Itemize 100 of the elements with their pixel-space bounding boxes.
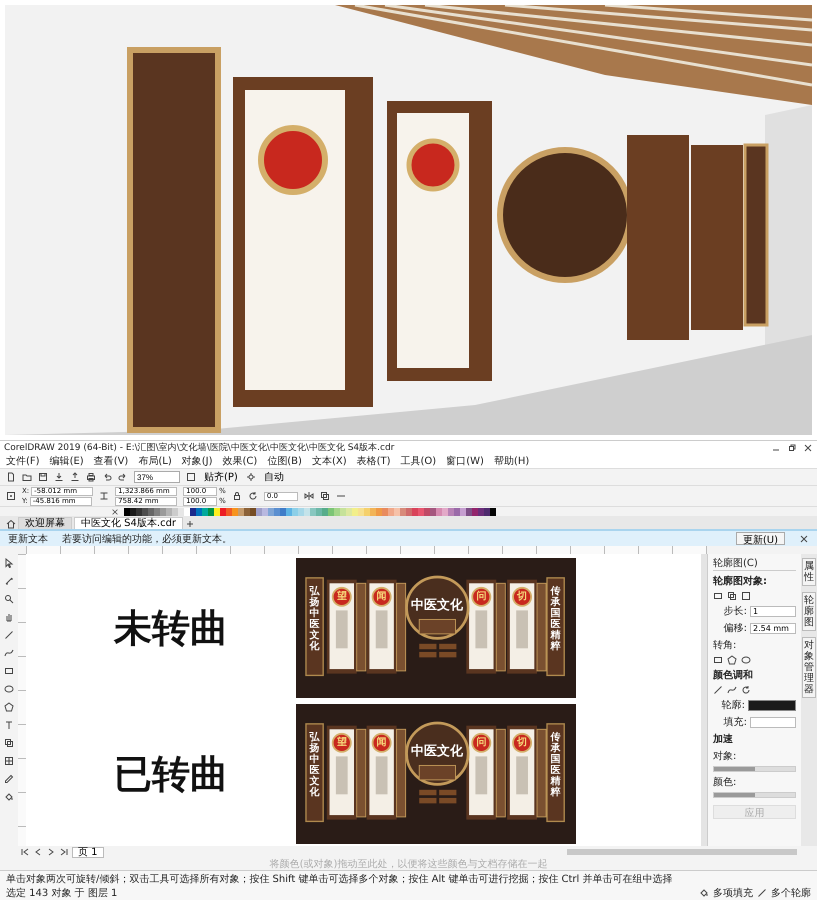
mode-dropdown[interactable]: 自动 bbox=[262, 470, 286, 484]
side-tab[interactable]: 轮廓图 bbox=[802, 592, 816, 631]
polygon-icon[interactable] bbox=[4, 702, 14, 712]
redo-icon[interactable] bbox=[118, 472, 128, 482]
snap-button[interactable]: 贴齐(P) bbox=[202, 470, 240, 484]
menu-item[interactable]: 文本(X) bbox=[312, 454, 347, 468]
color-swatch[interactable] bbox=[238, 508, 244, 516]
offset-field[interactable]: 2.54 mm bbox=[750, 622, 796, 634]
menu-item[interactable]: 帮助(H) bbox=[494, 454, 530, 468]
color-swatch[interactable] bbox=[340, 508, 346, 516]
restore-icon[interactable] bbox=[787, 442, 797, 452]
color-swatch[interactable] bbox=[322, 508, 328, 516]
zoom-icon[interactable] bbox=[4, 594, 14, 604]
color-swatch[interactable] bbox=[364, 508, 370, 516]
color-swatch[interactable] bbox=[406, 508, 412, 516]
color-swatch[interactable] bbox=[124, 508, 130, 516]
node-tool-icon[interactable] bbox=[4, 576, 14, 586]
color-swatch[interactable] bbox=[172, 508, 178, 516]
first-page-icon[interactable] bbox=[20, 847, 30, 857]
color-swatch[interactable] bbox=[184, 508, 190, 516]
color-swatch[interactable] bbox=[202, 508, 208, 516]
color-swatch[interactable] bbox=[178, 508, 184, 516]
color-swatch[interactable] bbox=[424, 508, 430, 516]
color-swatch[interactable] bbox=[412, 508, 418, 516]
menu-item[interactable]: 对象(J) bbox=[182, 454, 212, 468]
color-swatch[interactable] bbox=[478, 508, 484, 516]
rectangle-icon[interactable] bbox=[4, 666, 14, 676]
slider[interactable] bbox=[713, 792, 796, 798]
contour-icon[interactable] bbox=[741, 591, 751, 601]
color-swatch[interactable] bbox=[466, 508, 472, 516]
settings-icon[interactable] bbox=[246, 472, 256, 482]
update-button[interactable]: 更新(U) bbox=[736, 532, 785, 545]
color-swatch[interactable] bbox=[418, 508, 424, 516]
save-icon[interactable] bbox=[38, 472, 48, 482]
color-swatch[interactable] bbox=[256, 508, 262, 516]
new-document-icon[interactable] bbox=[6, 472, 16, 482]
last-page-icon[interactable] bbox=[59, 847, 69, 857]
color-swatch[interactable] bbox=[190, 508, 196, 516]
color-swatch[interactable] bbox=[328, 508, 334, 516]
color-swatch[interactable] bbox=[310, 508, 316, 516]
mirror-icon[interactable] bbox=[304, 491, 314, 501]
menu-item[interactable]: 位图(B) bbox=[267, 454, 302, 468]
color-swatch[interactable] bbox=[334, 508, 340, 516]
color-swatch[interactable] bbox=[298, 508, 304, 516]
color-swatch[interactable] bbox=[400, 508, 406, 516]
side-tab[interactable]: 属性 bbox=[802, 558, 816, 586]
import-icon[interactable] bbox=[54, 472, 64, 482]
page-tab[interactable]: 页 1 bbox=[72, 846, 104, 858]
menu-item[interactable]: 窗口(W) bbox=[446, 454, 484, 468]
object-origin-icon[interactable] bbox=[6, 491, 16, 501]
export-icon[interactable] bbox=[70, 472, 80, 482]
contour-icon[interactable] bbox=[713, 591, 723, 601]
color-swatch[interactable] bbox=[244, 508, 250, 516]
print-icon[interactable] bbox=[86, 472, 96, 482]
arrange-icon[interactable] bbox=[320, 491, 330, 501]
pen-icon[interactable] bbox=[4, 630, 14, 640]
fill-color-picker[interactable] bbox=[750, 716, 796, 728]
color-swatch[interactable] bbox=[472, 508, 478, 516]
color-swatch[interactable] bbox=[430, 508, 436, 516]
color-swatch[interactable] bbox=[286, 508, 292, 516]
color-swatch[interactable] bbox=[304, 508, 310, 516]
color-swatch[interactable] bbox=[142, 508, 148, 516]
color-swatch[interactable] bbox=[154, 508, 160, 516]
slider[interactable] bbox=[713, 766, 796, 772]
fill-bucket-icon[interactable] bbox=[4, 792, 14, 802]
color-swatch[interactable] bbox=[388, 508, 394, 516]
undo-icon[interactable] bbox=[102, 472, 112, 482]
document-tab[interactable]: 中医文化 S4版本.cdr bbox=[74, 517, 184, 529]
color-swatch[interactable] bbox=[382, 508, 388, 516]
contour-icon[interactable] bbox=[727, 591, 737, 601]
pattern-icon[interactable] bbox=[4, 756, 14, 766]
side-tab[interactable]: 对象管理器 bbox=[802, 637, 816, 698]
menu-item[interactable]: 工具(O) bbox=[400, 454, 436, 468]
color-swatch[interactable] bbox=[160, 508, 166, 516]
color-swatch[interactable] bbox=[214, 508, 220, 516]
text-tool-icon[interactable] bbox=[4, 720, 14, 730]
open-folder-icon[interactable] bbox=[22, 472, 32, 482]
home-icon[interactable] bbox=[6, 519, 16, 529]
no-color-icon[interactable] bbox=[110, 508, 120, 516]
color-swatch[interactable] bbox=[292, 508, 298, 516]
menu-item[interactable]: 布局(L) bbox=[138, 454, 172, 468]
steps-field[interactable]: 1 bbox=[750, 606, 796, 616]
color-swatch[interactable] bbox=[352, 508, 358, 516]
color-swatch[interactable] bbox=[280, 508, 286, 516]
menu-item[interactable]: 表格(T) bbox=[356, 454, 391, 468]
color-swatch[interactable] bbox=[130, 508, 136, 516]
previous-page-icon[interactable] bbox=[33, 847, 43, 857]
color-swatch[interactable] bbox=[208, 508, 214, 516]
color-swatch[interactable] bbox=[460, 508, 466, 516]
lock-icon[interactable] bbox=[232, 491, 242, 501]
color-swatch[interactable] bbox=[484, 508, 490, 516]
color-swatch[interactable] bbox=[250, 508, 256, 516]
color-swatch[interactable] bbox=[196, 508, 202, 516]
color-swatch[interactable] bbox=[448, 508, 454, 516]
hand-icon[interactable] bbox=[4, 612, 14, 622]
color-swatch[interactable] bbox=[274, 508, 280, 516]
color-swatch[interactable] bbox=[394, 508, 400, 516]
ellipse-icon[interactable] bbox=[4, 684, 14, 694]
menu-item[interactable]: 编辑(E) bbox=[50, 454, 84, 468]
color-swatch[interactable] bbox=[358, 508, 364, 516]
